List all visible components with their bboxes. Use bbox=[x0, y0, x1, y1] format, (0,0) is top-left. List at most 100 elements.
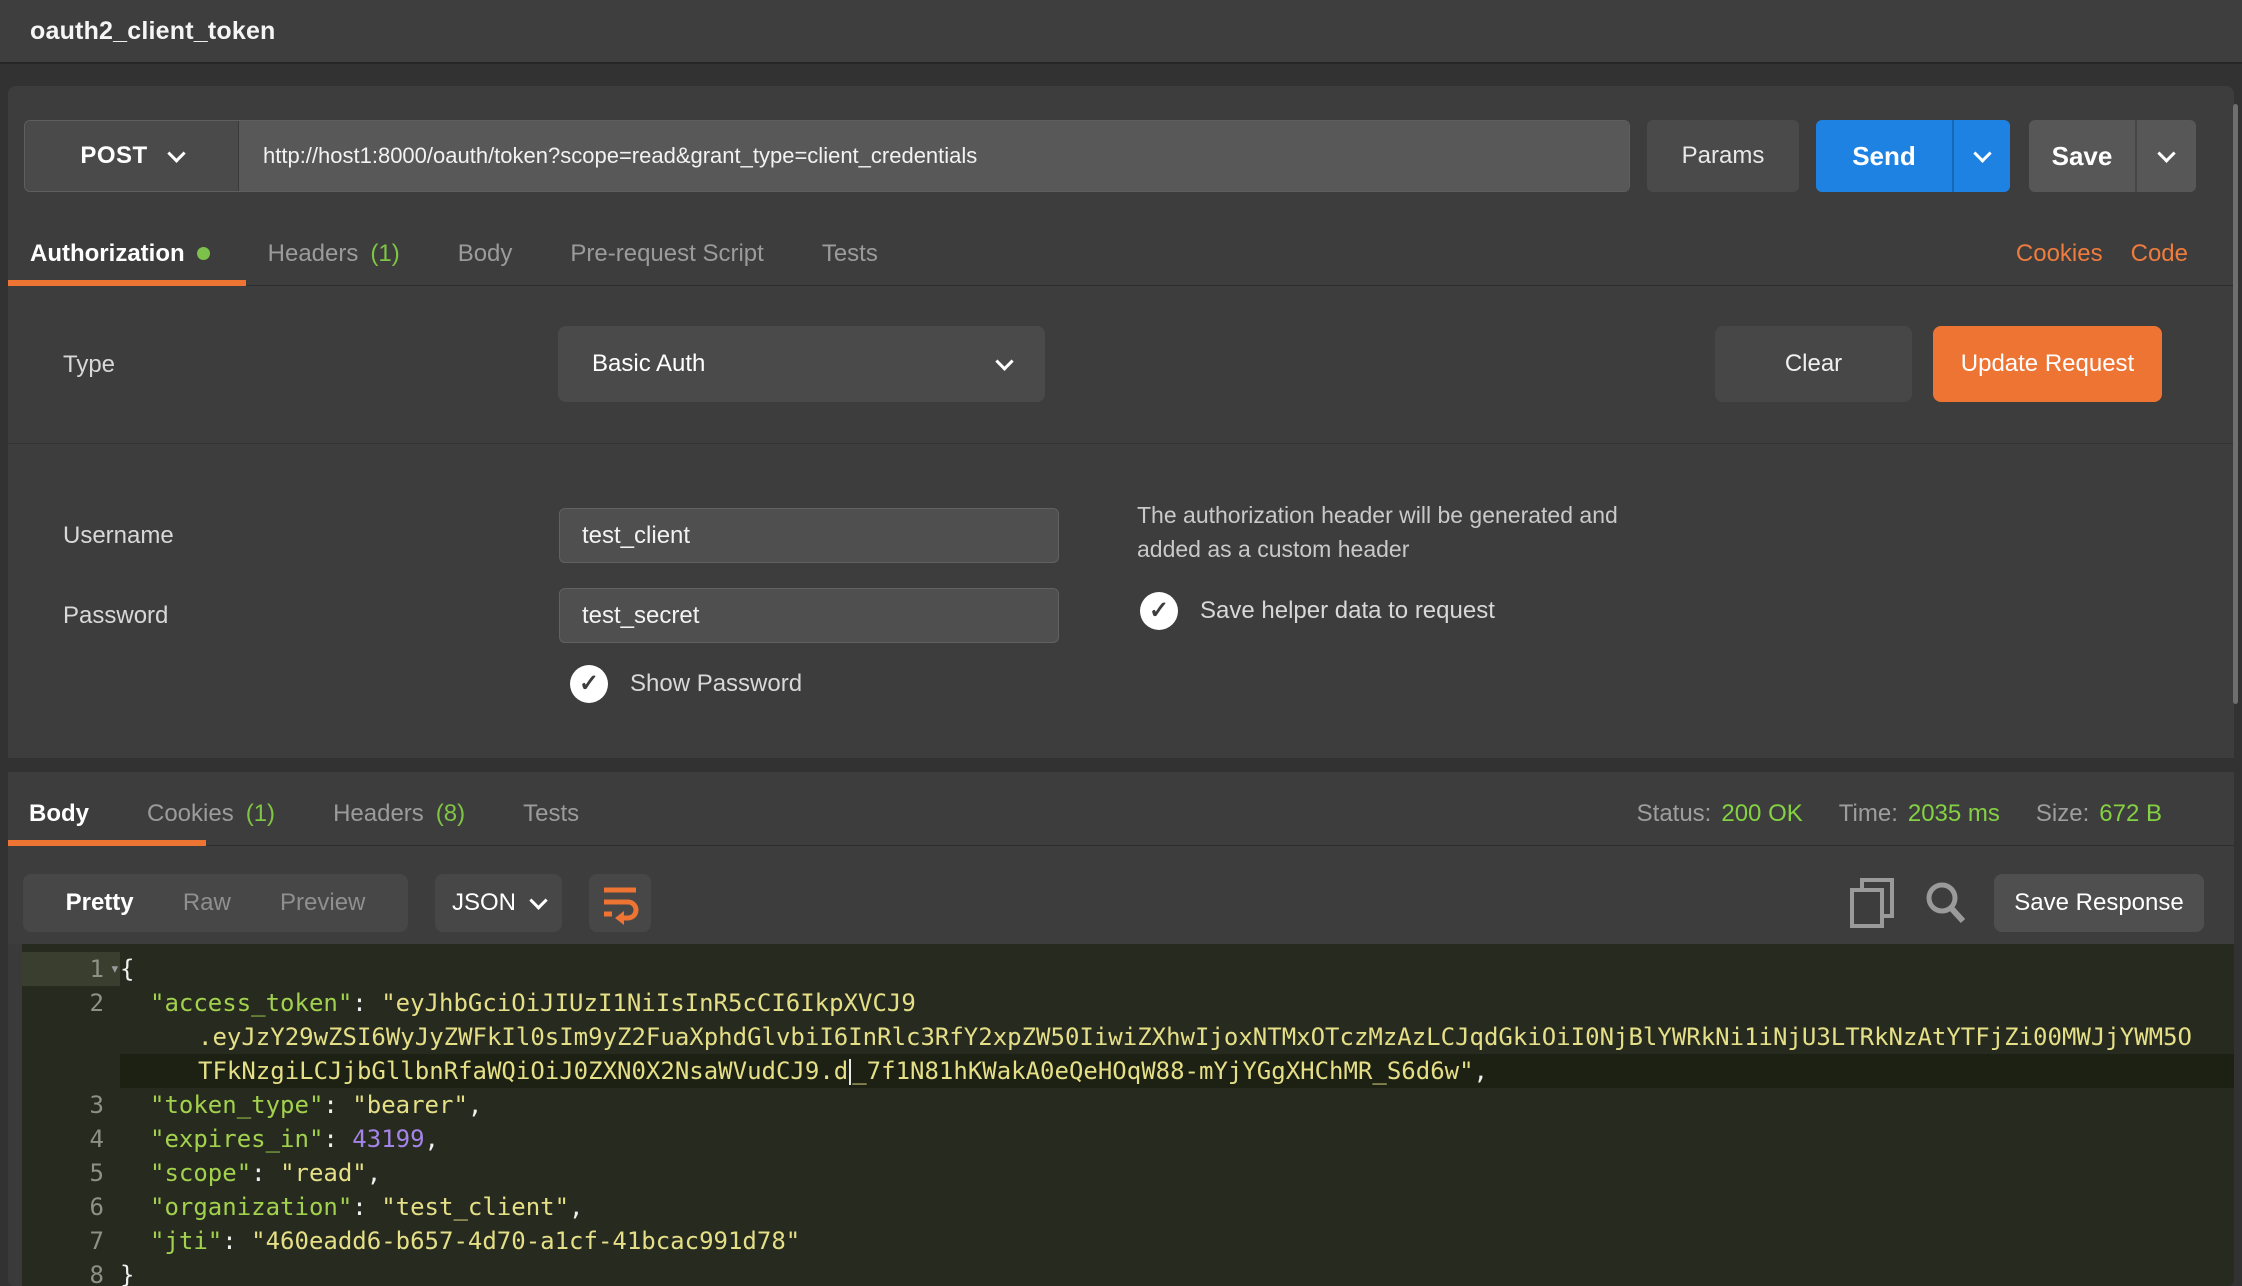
code-content: "token_type": "bearer", bbox=[120, 1088, 2234, 1122]
json-comma: , bbox=[367, 1159, 381, 1187]
auth-helper-note-line2: added as a custom header bbox=[1137, 532, 1618, 566]
auth-type-dropdown[interactable]: Basic Auth bbox=[558, 326, 1045, 402]
save-button-group: Save bbox=[2029, 120, 2196, 192]
line-number: 7 bbox=[90, 1227, 104, 1255]
request-titlebar: oauth2_client_token bbox=[0, 0, 2242, 64]
url-input[interactable]: http://host1:8000/oauth/token?scope=read… bbox=[239, 121, 1629, 191]
time-label: Time: bbox=[1839, 800, 1898, 828]
checkmark-icon: ✓ bbox=[579, 672, 599, 696]
tab-headers[interactable]: Headers (1) bbox=[268, 240, 400, 268]
fold-arrow-icon[interactable]: ▾ bbox=[110, 952, 120, 986]
chevron-down-icon bbox=[995, 352, 1013, 370]
tab-tests[interactable]: Tests bbox=[822, 240, 878, 268]
line-number: 6 bbox=[90, 1193, 104, 1221]
tab-body[interactable]: Body bbox=[458, 240, 513, 268]
json-key: "scope" bbox=[150, 1159, 251, 1187]
json-string-value: _7f1N81hKWakA0eQeHOqW88-mYjYGgXHChMR_S6d… bbox=[852, 1057, 1473, 1085]
json-string-value: "test_client" bbox=[381, 1193, 569, 1221]
auth-helper-note: The authorization header will be generat… bbox=[1137, 498, 1618, 566]
code-line-1: 1 ▾ { bbox=[22, 952, 2234, 986]
json-string-value: "eyJhbGciOiJIUzI1NiIsInR5cCI6IkpXVCJ9 bbox=[381, 989, 916, 1017]
code-content: { bbox=[120, 952, 2234, 986]
copy-response-button[interactable] bbox=[1848, 877, 1896, 929]
params-button[interactable]: Params bbox=[1647, 120, 1799, 192]
tab-tests-label: Tests bbox=[822, 240, 878, 268]
save-response-button[interactable]: Save Response bbox=[1994, 874, 2204, 932]
json-key: "organization" bbox=[150, 1193, 352, 1221]
send-button-group: Send bbox=[1816, 120, 2010, 192]
size-value: 672 B bbox=[2099, 800, 2162, 828]
username-field[interactable]: test_client bbox=[559, 508, 1059, 563]
json-key: "token_type" bbox=[150, 1091, 323, 1119]
response-tab-headers[interactable]: Headers (8) bbox=[333, 800, 465, 828]
view-pretty-button[interactable]: Pretty bbox=[66, 889, 134, 917]
section-divider bbox=[8, 443, 2234, 444]
json-colon: : bbox=[323, 1091, 352, 1119]
password-field[interactable]: test_secret bbox=[559, 588, 1059, 643]
password-label: Password bbox=[63, 602, 168, 630]
json-colon: : bbox=[323, 1125, 352, 1153]
json-comma: , bbox=[425, 1125, 439, 1153]
status-metric: Status: 200 OK bbox=[1637, 800, 1803, 828]
json-colon: : bbox=[222, 1227, 251, 1255]
chevron-down-icon bbox=[1973, 144, 1991, 162]
save-options-button[interactable] bbox=[2135, 120, 2196, 192]
clear-button[interactable]: Clear bbox=[1715, 326, 1912, 402]
save-helper-option: ✓ Save helper data to request bbox=[1140, 592, 1495, 630]
json-colon: : bbox=[352, 1193, 381, 1221]
cookies-link[interactable]: Cookies bbox=[2016, 240, 2103, 268]
save-helper-label: Save helper data to request bbox=[1200, 597, 1495, 625]
wrap-text-button[interactable] bbox=[589, 874, 651, 932]
line-number: 5 bbox=[90, 1159, 104, 1187]
send-options-button[interactable] bbox=[1952, 120, 2010, 192]
response-metrics: Status: 200 OK Time: 2035 ms Size: 672 B bbox=[1637, 800, 2234, 828]
response-cookies-count: (1) bbox=[246, 800, 275, 828]
save-button[interactable]: Save bbox=[2029, 120, 2135, 192]
tab-prerequest-label: Pre-request Script bbox=[570, 240, 763, 268]
tab-headers-label: Headers bbox=[268, 240, 359, 268]
code-line-2-wrap-1: .eyJzY29wZSI6WyJyZWFkIl0sIm9yZ2FuaXphdGl… bbox=[22, 1020, 2234, 1054]
code-link[interactable]: Code bbox=[2131, 240, 2188, 268]
view-raw-button[interactable]: Raw bbox=[183, 889, 231, 917]
send-button[interactable]: Send bbox=[1816, 120, 1952, 192]
response-toolbar: Pretty Raw Preview JSON bbox=[8, 872, 2234, 934]
response-tab-body[interactable]: Body bbox=[29, 800, 89, 828]
json-comma: , bbox=[468, 1091, 482, 1119]
search-response-button[interactable] bbox=[1922, 879, 1968, 927]
json-key: "expires_in" bbox=[150, 1125, 323, 1153]
search-icon bbox=[1922, 879, 1968, 927]
response-body-editor[interactable]: 1 ▾ { 2 "access_token": "eyJhbGciOiJIUzI… bbox=[8, 944, 2234, 1286]
json-colon: : bbox=[251, 1159, 280, 1187]
tab-prerequest-script[interactable]: Pre-request Script bbox=[570, 240, 763, 268]
tab-authorization[interactable]: Authorization bbox=[30, 240, 210, 268]
json-key: "access_token" bbox=[150, 989, 352, 1017]
response-tab-tests[interactable]: Tests bbox=[523, 800, 579, 828]
gutter-line-2: 2 bbox=[22, 986, 120, 1020]
type-label: Type bbox=[63, 351, 115, 379]
editor-left-strip bbox=[8, 944, 22, 1286]
update-request-button[interactable]: Update Request bbox=[1933, 326, 2162, 402]
code-content: "organization": "test_client", bbox=[120, 1190, 2234, 1224]
line-number: 8 bbox=[90, 1261, 104, 1286]
code-content: } bbox=[120, 1258, 2234, 1286]
open-brace: { bbox=[120, 955, 134, 983]
gutter-line-3: 3 bbox=[22, 1088, 120, 1122]
show-password-checkbox[interactable]: ✓ bbox=[570, 665, 608, 703]
time-metric: Time: 2035 ms bbox=[1839, 800, 2000, 828]
json-colon: : bbox=[352, 989, 381, 1017]
code-line-7: 7 "jti": "460eadd6-b657-4d70-a1cf-41bcac… bbox=[22, 1224, 2234, 1258]
save-helper-checkbox[interactable]: ✓ bbox=[1140, 592, 1178, 630]
response-tab-cookies[interactable]: Cookies (1) bbox=[147, 800, 275, 828]
format-dropdown[interactable]: JSON bbox=[435, 874, 562, 932]
editor-rows: 1 ▾ { 2 "access_token": "eyJhbGciOiJIUzI… bbox=[22, 952, 2234, 1286]
code-content: .eyJzY29wZSI6WyJyZWFkIl0sIm9yZ2FuaXphdGl… bbox=[120, 1020, 2234, 1054]
gutter-line-4: 4 bbox=[22, 1122, 120, 1156]
view-preview-button[interactable]: Preview bbox=[280, 889, 365, 917]
vertical-scrollbar[interactable] bbox=[2233, 104, 2238, 704]
json-string-value: "460eadd6-b657-4d70-a1cf-41bcac991d78" bbox=[251, 1227, 800, 1255]
response-toolbar-right: Save Response bbox=[1848, 874, 2234, 932]
method-select[interactable]: POST bbox=[25, 121, 239, 191]
status-value: 200 OK bbox=[1721, 800, 1802, 828]
request-title: oauth2_client_token bbox=[30, 17, 276, 46]
request-panel: POST http://host1:8000/oauth/token?scope… bbox=[8, 86, 2234, 758]
